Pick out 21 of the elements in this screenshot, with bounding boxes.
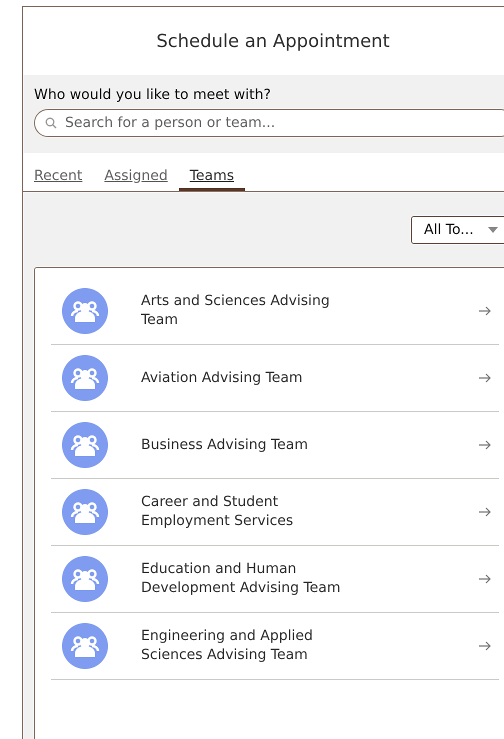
team-name[interactable]: Arts and Sciences Advising Team	[141, 292, 479, 330]
tab[interactable]: Recent	[34, 153, 82, 191]
arrow-right-icon[interactable]	[479, 507, 491, 517]
arrow-right-icon[interactable]	[479, 641, 491, 651]
tab[interactable]: Assigned	[104, 153, 168, 191]
team-name[interactable]: Engineering and Applied Sciences Advising Team	[141, 627, 479, 665]
team-name[interactable]: Aviation Advising Team	[141, 368, 479, 388]
search-label: Who would you like to meet with?	[34, 87, 272, 103]
search-icon	[45, 117, 57, 129]
arrow-right-icon[interactable]	[479, 574, 491, 584]
team-name[interactable]: Education and Human Development Advising Team	[141, 560, 479, 598]
team-name[interactable]: Business Advising Team	[141, 436, 479, 454]
filter-dropdown[interactable]: All To...	[411, 216, 504, 244]
team-name[interactable]: Career and Student Employment Services	[141, 493, 479, 531]
search-field[interactable]: Search for a person or team...	[34, 109, 504, 137]
arrow-right-icon[interactable]	[479, 306, 491, 316]
arrow-right-icon[interactable]	[479, 373, 491, 383]
tab[interactable]: Teams	[178, 153, 246, 191]
arrow-right-icon[interactable]	[479, 440, 491, 450]
page-title: Schedule an Appointment	[156, 30, 390, 52]
caret-icon	[488, 227, 498, 233]
